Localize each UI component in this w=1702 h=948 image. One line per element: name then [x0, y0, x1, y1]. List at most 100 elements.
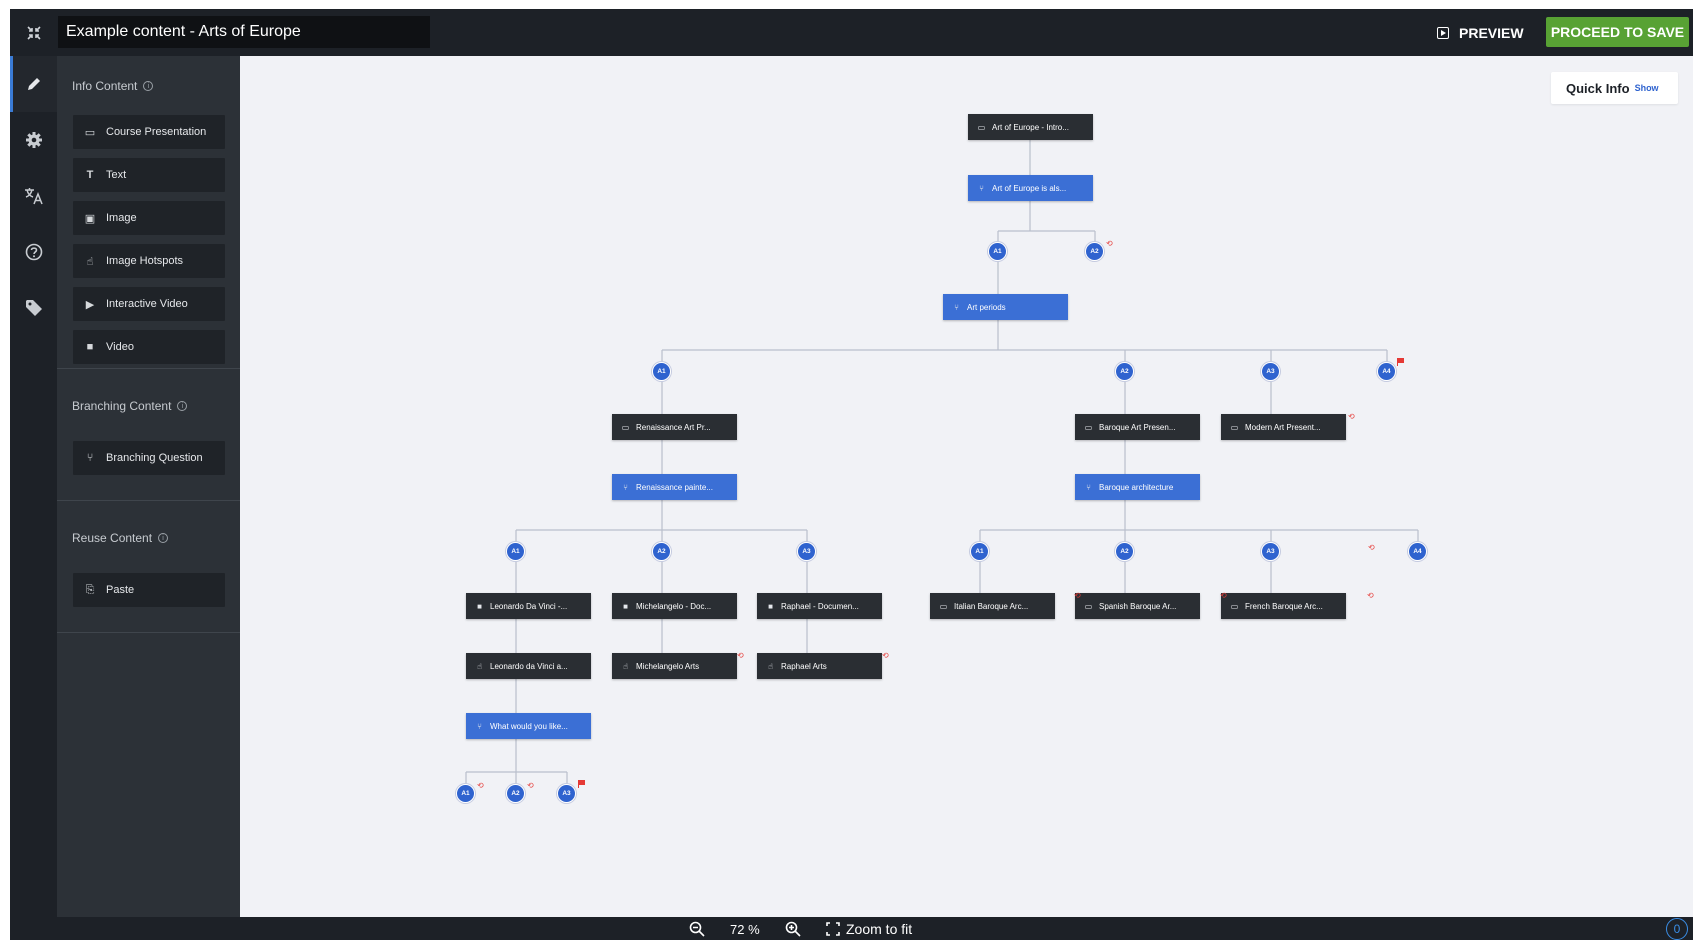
tree-node[interactable]: ⑂ Art periods	[943, 294, 1068, 320]
info-icon[interactable]: i	[177, 401, 188, 411]
answer-node[interactable]: A1	[456, 784, 475, 803]
branching-canvas[interactable]: ▭ Art of Europe - Intro... ⑂ Art of Euro…	[240, 56, 1693, 917]
tree-node[interactable]: ▭ Art of Europe - Intro...	[968, 114, 1093, 140]
presentation-icon: ▭	[939, 601, 948, 611]
rail-settings[interactable]	[10, 112, 57, 168]
tree-node[interactable]: ▭ Spanish Baroque Ar...	[1075, 593, 1200, 619]
image-hotspots-button[interactable]: ☝ Image Hotspots	[73, 244, 225, 278]
node-label: Michelangelo Arts	[636, 661, 700, 671]
rail-tags[interactable]	[10, 280, 57, 336]
text-button[interactable]: T Text	[73, 158, 225, 192]
tree-node[interactable]: ▭ Modern Art Present...	[1221, 414, 1346, 440]
node-label: Michelangelo - Doc...	[636, 601, 712, 611]
hotspot-icon: ☝	[768, 661, 773, 671]
loop-icon: ⟲	[1074, 591, 1081, 600]
loop-icon: ⟲	[477, 781, 484, 790]
paste-label: Paste	[106, 584, 135, 596]
tree-node[interactable]: ⑂ What would you like...	[466, 713, 591, 739]
paste-icon: ⎘	[85, 583, 95, 596]
zoom-in-button[interactable]	[785, 920, 801, 938]
rail-edit[interactable]	[10, 56, 57, 112]
branching-icon: ⑂	[623, 482, 628, 492]
video-button[interactable]: ■ Video	[73, 330, 225, 364]
tree-node[interactable]: ☝ Michelangelo Arts	[612, 653, 737, 679]
loop-icon: ⟲	[1368, 543, 1375, 552]
answer-node[interactable]: A1	[970, 542, 989, 561]
course-presentation-button[interactable]: ▭ Course Presentation	[73, 115, 225, 149]
image-label: Image	[106, 212, 137, 224]
branching-icon: ⑂	[1086, 482, 1091, 492]
paste-button[interactable]: ⎘ Paste	[73, 573, 225, 607]
node-label: Art periods	[967, 302, 1006, 312]
answer-node[interactable]: A2	[1085, 242, 1104, 261]
tree-node[interactable]: ■ Leonardo Da Vinci -...	[466, 593, 591, 619]
rail-translate[interactable]	[10, 168, 57, 224]
collapse-icon[interactable]	[10, 9, 57, 56]
reuse-content-title: Reuse Content i	[72, 529, 169, 547]
preview-label: PREVIEW	[1459, 25, 1524, 41]
tag-icon	[25, 300, 42, 316]
branching-question-button[interactable]: ⑂ Branching Question	[73, 441, 225, 475]
zoom-out-button[interactable]	[689, 920, 705, 938]
reuse-content-section: Reuse Content i ⎘ Paste	[57, 501, 240, 633]
answer-node[interactable]: A1	[988, 242, 1007, 261]
answer-node[interactable]: A3	[797, 542, 816, 561]
answer-node[interactable]: A3	[557, 784, 576, 803]
tree-node[interactable]: ☝ Leonardo da Vinci a...	[466, 653, 591, 679]
answer-node[interactable]: A2	[1115, 542, 1134, 561]
loop-icon: ⟲	[1220, 591, 1227, 600]
info-content-label: Info Content	[72, 79, 138, 93]
answer-node[interactable]: A4	[1408, 542, 1427, 561]
content-title-input[interactable]	[58, 16, 430, 48]
info-content-title: Info Content i	[72, 77, 154, 95]
hotspot-icon: ☝	[623, 661, 628, 671]
info-icon[interactable]: i	[143, 81, 154, 91]
loop-icon: ⟲	[882, 651, 889, 660]
image-button[interactable]: ▣ Image	[73, 201, 225, 235]
tree-node[interactable]: ☝ Raphael Arts	[757, 653, 882, 679]
interactive-video-button[interactable]: ▶ Interactive Video	[73, 287, 225, 321]
notification-badge[interactable]: 0	[1666, 918, 1688, 940]
translate-icon	[24, 188, 43, 205]
editor-frame: PREVIEW PROCEED TO SAVE	[10, 9, 1693, 940]
answer-node[interactable]: A2	[1115, 362, 1134, 381]
tree-node[interactable]: ⑂ Baroque architecture	[1075, 474, 1200, 500]
flag-icon	[578, 780, 586, 788]
answer-node[interactable]: A1	[506, 542, 525, 561]
tree-node[interactable]: ■ Michelangelo - Doc...	[612, 593, 737, 619]
tree-node[interactable]: ▭ Baroque Art Presen...	[1075, 414, 1200, 440]
tree-node[interactable]: ⑂ Art of Europe is als...	[968, 175, 1093, 201]
zoom-to-fit-button[interactable]: Zoom to fit	[826, 920, 912, 938]
answer-node[interactable]: A3	[1261, 542, 1280, 561]
presentation-icon: ▭	[1084, 422, 1093, 432]
tree-node[interactable]: ▭ Renaissance Art Pr...	[612, 414, 737, 440]
zoom-in-icon	[785, 921, 801, 937]
rail-help[interactable]	[10, 224, 57, 280]
node-label: Raphael - Documen...	[781, 601, 859, 611]
presentation-icon: ▭	[1230, 601, 1239, 611]
answer-node[interactable]: A1	[652, 362, 671, 381]
video-icon: ■	[768, 601, 773, 611]
answer-node[interactable]: A2	[506, 784, 525, 803]
tree-node[interactable]: ■ Raphael - Documen...	[757, 593, 882, 619]
pencil-icon	[27, 78, 40, 90]
answer-node[interactable]: A4	[1377, 362, 1396, 381]
tree-node[interactable]: ▭ Italian Baroque Arc...	[930, 593, 1055, 619]
bottom-bar: 72 % Zoom to fit 0	[10, 917, 1693, 940]
proceed-to-save-button[interactable]: PROCEED TO SAVE	[1546, 17, 1689, 47]
quick-info-show-link[interactable]: Show	[1635, 83, 1659, 93]
tree-node[interactable]: ▭ French Baroque Arc...	[1221, 593, 1346, 619]
loop-icon: ⟲	[1106, 239, 1113, 248]
preview-button[interactable]: PREVIEW	[1437, 20, 1524, 46]
loop-icon: ⟲	[737, 651, 744, 660]
info-icon[interactable]: i	[158, 533, 169, 543]
branching-content-title: Branching Content i	[72, 397, 188, 415]
presentation-icon: ▭	[1230, 422, 1239, 432]
answer-node[interactable]: A3	[1261, 362, 1280, 381]
image-hotspots-label: Image Hotspots	[106, 255, 184, 267]
image-icon: ▣	[84, 212, 96, 225]
tree-node[interactable]: ⑂ Renaissance painte...	[612, 474, 737, 500]
node-label: French Baroque Arc...	[1245, 601, 1323, 611]
hotspot-icon: ☝	[477, 661, 482, 671]
answer-node[interactable]: A2	[652, 542, 671, 561]
